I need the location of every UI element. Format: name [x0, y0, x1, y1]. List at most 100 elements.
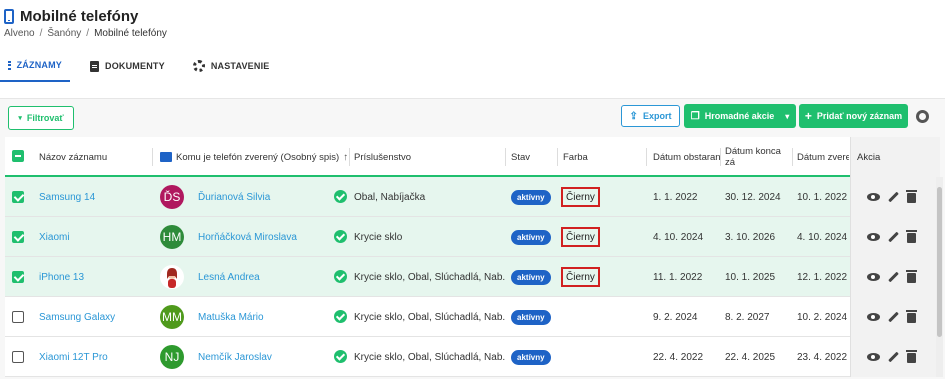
column-label: Farba	[563, 151, 588, 163]
person-link[interactable]: Nemčík Jaroslav	[198, 352, 272, 363]
filter-label: Filtrovať	[26, 113, 64, 123]
view-eye-icon[interactable]	[867, 233, 880, 241]
delete-trash-icon[interactable]	[906, 230, 917, 243]
tab-nastavenie[interactable]: NASTAVENIE	[185, 50, 278, 82]
column-divider	[557, 148, 558, 166]
column-header-actions: Akcia	[850, 137, 940, 177]
assignment-date-cell: 10. 1. 2022	[797, 191, 848, 203]
row-checkbox[interactable]	[12, 351, 24, 363]
table-row[interactable]: Xiaomi HM Horňáčková Miroslava Krycie sk…	[5, 217, 940, 257]
person-link[interactable]: Lesná Andrea	[198, 272, 260, 283]
edit-pencil-icon[interactable]	[888, 271, 899, 283]
filter-button[interactable]: ▾ Filtrovať	[8, 106, 74, 130]
copy-icon: ❐	[690, 110, 700, 122]
status-badge: aktívny	[511, 189, 551, 205]
record-name-link[interactable]: Xiaomi	[39, 217, 153, 257]
view-eye-icon[interactable]	[867, 273, 880, 281]
table-row[interactable]: Xiaomi 12T Pro NJ Nemčík Jaroslav Krycie…	[5, 337, 940, 377]
delete-trash-icon[interactable]	[906, 310, 917, 323]
export-label: Export	[642, 111, 672, 121]
record-name-link[interactable]: Xiaomi 12T Pro	[39, 337, 153, 377]
list-icon	[8, 60, 11, 70]
export-icon: ⇪	[629, 110, 638, 122]
person-cell: NJ Nemčík Jaroslav	[160, 337, 350, 377]
sort-ascending-icon[interactable]: ↑	[343, 152, 348, 163]
column-header-accessories[interactable]: Príslušenstvo	[354, 137, 506, 177]
column-header-color[interactable]: Farba	[563, 137, 647, 177]
chevron-down-icon: ▾	[18, 115, 22, 122]
column-header-status[interactable]: Stav	[511, 137, 558, 177]
row-checkbox[interactable]	[12, 231, 24, 243]
column-header-end-date[interactable]: Dátum konca zá	[725, 137, 793, 177]
avatar-photo	[160, 265, 184, 289]
accessories-cell: Obal, Nabíjačka	[354, 191, 426, 203]
table-row[interactable]: Samsung 14 ĎS Ďurianová Silvia Obal, Nab…	[5, 177, 940, 217]
tab-dokumenty[interactable]: DOKUMENTY	[82, 50, 173, 82]
column-header-name[interactable]: Názov záznamu	[39, 137, 153, 177]
person-link[interactable]: Horňáčková Miroslava	[198, 232, 297, 243]
view-eye-icon[interactable]	[867, 313, 880, 321]
document-icon	[90, 60, 99, 72]
color-value: Čierny	[561, 187, 600, 207]
delete-trash-icon[interactable]	[906, 270, 917, 283]
view-eye-icon[interactable]	[867, 353, 880, 361]
actions-cell	[850, 217, 940, 257]
edit-pencil-icon[interactable]	[888, 231, 899, 243]
view-eye-icon[interactable]	[867, 193, 880, 201]
record-name-link[interactable]: Samsung Galaxy	[39, 297, 153, 337]
tab-bar: ZÁZNAMY DOKUMENTY NASTAVENIE	[0, 50, 945, 82]
personal-file-icon	[160, 152, 172, 162]
edit-pencil-icon[interactable]	[888, 191, 899, 203]
avatar: MM	[160, 305, 184, 329]
color-cell: Čierny	[561, 257, 645, 297]
accessories-cell: Krycie sklo	[354, 231, 403, 243]
edit-pencil-icon[interactable]	[888, 311, 899, 323]
column-divider	[349, 148, 350, 166]
edit-pencil-icon[interactable]	[888, 351, 899, 363]
export-button[interactable]: ⇪ Export	[621, 105, 680, 127]
record-name-link[interactable]: iPhone 13	[39, 257, 153, 297]
color-value: Čierny	[561, 267, 600, 287]
column-header-purchase-date[interactable]: Dátum obstaran	[653, 137, 721, 177]
actions-cell	[850, 297, 940, 337]
end-date-cell: 3. 10. 2026	[725, 231, 776, 243]
person-link[interactable]: Matuška Mário	[198, 312, 264, 323]
vertical-scrollbar[interactable]	[936, 177, 943, 377]
person-link[interactable]: Ďurianová Silvia	[198, 192, 270, 203]
select-all-checkbox[interactable]	[12, 150, 24, 162]
add-record-label: Pridať nový záznam	[816, 111, 903, 121]
check-circle-icon	[334, 190, 347, 203]
breadcrumb-item-alveno[interactable]: Alveno	[4, 28, 35, 39]
record-name-link[interactable]: Samsung 14	[39, 177, 153, 217]
delete-trash-icon[interactable]	[906, 190, 917, 203]
column-label: Dátum zveren	[797, 151, 849, 163]
avatar: NJ	[160, 345, 184, 369]
column-header-person[interactable]: Komu je telefón zverený (Osobný spis) ↑	[160, 137, 350, 177]
color-cell: Čierny	[561, 217, 645, 257]
status-cell: aktívny	[511, 217, 558, 257]
tab-zaznamy[interactable]: ZÁZNAMY	[0, 50, 70, 82]
scrollbar-thumb[interactable]	[937, 187, 942, 337]
row-checkbox[interactable]	[12, 191, 24, 203]
delete-trash-icon[interactable]	[906, 350, 917, 363]
tab-label: DOKUMENTY	[105, 61, 165, 71]
column-label: Komu je telefón zverený (Osobný spis)	[176, 151, 340, 163]
column-divider	[792, 148, 793, 166]
check-circle-icon	[334, 230, 347, 243]
row-checkbox[interactable]	[12, 271, 24, 283]
breadcrumb-item-sanony[interactable]: Šanóny	[47, 28, 81, 39]
assignment-date-cell: 4. 10. 2024	[797, 231, 848, 243]
table-row[interactable]: iPhone 13 Lesná Andrea Krycie sklo, Obal…	[5, 257, 940, 297]
column-header-assignment-date[interactable]: Dátum zveren	[797, 137, 849, 177]
column-label: Dátum konca zá	[725, 146, 781, 168]
add-record-button[interactable]: + Pridať nový záznam	[799, 104, 908, 128]
breadcrumb-separator: /	[39, 28, 43, 39]
table-row[interactable]: Samsung Galaxy MM Matuška Mário Krycie s…	[5, 297, 940, 337]
status-cell: aktívny	[511, 177, 558, 217]
row-checkbox[interactable]	[12, 311, 24, 323]
column-label: Akcia	[857, 151, 881, 163]
table-settings-gear-icon[interactable]	[916, 110, 929, 123]
purchase-date-cell: 9. 2. 2024	[653, 311, 698, 323]
end-date-cell: 22. 4. 2025	[725, 351, 776, 363]
bulk-actions-button[interactable]: ❐ Hromadné akcie ▾	[684, 104, 796, 128]
